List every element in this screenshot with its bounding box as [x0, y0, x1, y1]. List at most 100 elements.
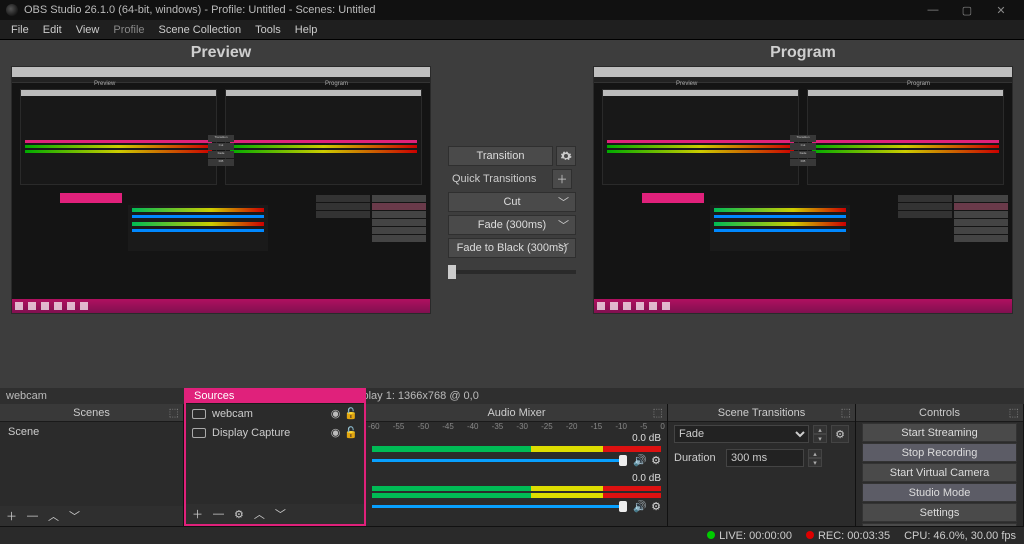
chevron-down-icon: ﹀: [558, 217, 569, 233]
lock-icon[interactable]: 🔓: [344, 426, 358, 439]
source-info-bar: webcam splay 1: 1366x768 @ 0,0: [0, 388, 1024, 404]
level-meter: [372, 446, 661, 452]
popout-icon[interactable]: ⬚: [841, 406, 851, 419]
lock-icon[interactable]: 🔓: [344, 407, 358, 420]
menu-tools[interactable]: Tools: [248, 22, 288, 38]
channel-settings-icon[interactable]: ⚙: [651, 454, 661, 467]
scenes-dock: Scenes ⬚ Scene ＋ — ︿ ﹀: [0, 404, 184, 526]
program-label: Program: [770, 44, 836, 62]
controls-title: Controls: [919, 407, 960, 419]
mixer-title: Audio Mixer: [487, 407, 545, 419]
window-titlebar: OBS Studio 26.1.0 (64-bit, windows) - Pr…: [0, 0, 1024, 20]
monitor-icon: [192, 428, 206, 438]
chevron-down-icon: ﹀: [558, 240, 569, 256]
quick-transition-ftb[interactable]: Fade to Black (300ms)﹀: [448, 238, 576, 258]
transition-button[interactable]: Transition: [448, 146, 553, 166]
scene-up-button[interactable]: ︿: [46, 508, 61, 524]
source-up-button[interactable]: ︿: [252, 506, 267, 522]
live-dot-icon: [707, 531, 715, 539]
sources-dock: Sources webcam ◉ 🔓 Display Capture ◉ 🔓 ＋…: [184, 388, 366, 526]
duration-input[interactable]: [726, 449, 804, 467]
studio-mode-button[interactable]: Studio Mode: [862, 483, 1017, 502]
window-title: OBS Studio 26.1.0 (64-bit, windows) - Pr…: [24, 4, 376, 16]
preview-pane: Preview Preview Program TransitionCutFad…: [0, 40, 442, 388]
transition-properties-icon[interactable]: ⚙: [831, 425, 849, 443]
source-item-display-capture[interactable]: Display Capture ◉ 🔓: [186, 423, 364, 442]
menu-edit[interactable]: Edit: [36, 22, 69, 38]
source-down-button[interactable]: ﹀: [273, 506, 288, 522]
tbar-slider[interactable]: [448, 262, 576, 282]
popout-icon[interactable]: ⬚: [1009, 406, 1019, 419]
source-label: webcam: [212, 408, 253, 420]
source-item-webcam[interactable]: webcam ◉ 🔓: [186, 404, 364, 423]
add-quick-transition-button[interactable]: ＋: [552, 169, 572, 189]
transition-panel: Transition Quick Transitions ＋ Cut﹀ Fade…: [442, 40, 582, 388]
volume-slider[interactable]: [372, 505, 627, 508]
mixer-channel-2: 0.0 dB 🔊 ⚙: [366, 471, 667, 517]
studio-main-row: Preview Preview Program TransitionCutFad…: [0, 40, 1024, 388]
start-streaming-button[interactable]: Start Streaming: [862, 423, 1017, 442]
source-add-button[interactable]: ＋: [190, 506, 205, 522]
program-canvas[interactable]: Preview Program TransitionCutFadeFtB: [593, 66, 1013, 314]
preview-label: Preview: [191, 44, 251, 62]
settings-button[interactable]: Settings: [862, 503, 1017, 522]
spin-down[interactable]: ▾: [808, 458, 822, 467]
scene-item[interactable]: Scene: [0, 422, 183, 442]
spin-up[interactable]: ▴: [813, 425, 827, 434]
channel-db: 0.0 dB: [632, 433, 661, 444]
mute-button[interactable]: 🔊: [633, 454, 647, 467]
channel-settings-icon[interactable]: ⚙: [651, 500, 661, 513]
channel-db: 0.0 dB: [632, 473, 661, 484]
menu-help[interactable]: Help: [288, 22, 325, 38]
source-properties-button[interactable]: ⚙: [232, 508, 246, 521]
cpu-status: CPU: 46.0%, 30.00 fps: [904, 530, 1016, 542]
live-status: LIVE: 00:00:00: [707, 530, 792, 542]
mute-button[interactable]: 🔊: [633, 500, 647, 513]
popout-icon[interactable]: ⬚: [653, 406, 663, 419]
source-label: Display Capture: [212, 427, 290, 439]
obs-logo-icon: [6, 4, 18, 16]
info-display: splay 1: 1366x768 @ 0,0: [357, 390, 479, 402]
scene-transitions-dock: Scene Transitions⬚ Fade ▴▾ ⚙ Duration ▴▾: [668, 404, 856, 526]
rec-status: REC: 00:03:35: [806, 530, 890, 542]
menu-profile[interactable]: Profile: [106, 22, 151, 38]
chevron-down-icon: ﹀: [558, 194, 569, 210]
window-maximize-button[interactable]: ▢: [950, 4, 984, 17]
controls-dock: Controls ⬚ Start Streaming Stop Recording…: [856, 404, 1024, 526]
spin-down[interactable]: ▾: [813, 434, 827, 443]
scene-add-button[interactable]: ＋: [4, 508, 19, 524]
source-remove-button[interactable]: —: [211, 508, 226, 520]
menu-scene-collection[interactable]: Scene Collection: [152, 22, 249, 38]
level-meter: [372, 486, 661, 498]
sources-title: Sources: [194, 390, 234, 402]
audio-mixer-dock: Audio Mixer ⬚ -60-55-50-45-40-35-30-25-20…: [366, 404, 668, 526]
exit-button[interactable]: Exit: [862, 523, 1017, 526]
transition-select[interactable]: Fade: [674, 425, 809, 443]
dock-row: Scenes⬚ Scene ＋ — ︿ ﹀ Sources webcam ◉ 🔓…: [0, 404, 1024, 526]
window-close-button[interactable]: ✕: [984, 4, 1018, 17]
transition-settings-icon[interactable]: [556, 146, 576, 166]
mixer-scale: -60-55-50-45-40-35-30-25-20-15-10-50: [366, 422, 667, 431]
popout-icon[interactable]: ⬚: [169, 406, 179, 419]
volume-slider[interactable]: [372, 459, 627, 462]
start-virtual-camera-button[interactable]: Start Virtual Camera: [862, 463, 1017, 482]
visibility-toggle-icon[interactable]: ◉: [327, 426, 345, 439]
camera-icon: [192, 409, 206, 419]
program-pane: Program Preview Program TransitionCutFad…: [582, 40, 1024, 388]
scenes-title: Scenes: [73, 407, 110, 419]
spin-up[interactable]: ▴: [808, 449, 822, 458]
menu-bar: File Edit View Profile Scene Collection …: [0, 20, 1024, 40]
stop-recording-button[interactable]: Stop Recording: [862, 443, 1017, 462]
menu-file[interactable]: File: [4, 22, 36, 38]
mixer-channel-1: 0.0 dB 🔊 ⚙: [366, 431, 667, 471]
quick-transition-cut[interactable]: Cut﹀: [448, 192, 576, 212]
visibility-toggle-icon[interactable]: ◉: [327, 407, 345, 420]
scene-down-button[interactable]: ﹀: [67, 508, 82, 524]
status-bar: LIVE: 00:00:00 REC: 00:03:35 CPU: 46.0%,…: [0, 526, 1024, 544]
quick-transition-fade[interactable]: Fade (300ms)﹀: [448, 215, 576, 235]
preview-canvas[interactable]: Preview Program TransitionCutFadeFtB: [11, 66, 431, 314]
menu-view[interactable]: View: [69, 22, 107, 38]
scene-remove-button[interactable]: —: [25, 510, 40, 522]
duration-label: Duration: [674, 452, 722, 464]
window-minimize-button[interactable]: —: [916, 4, 950, 16]
